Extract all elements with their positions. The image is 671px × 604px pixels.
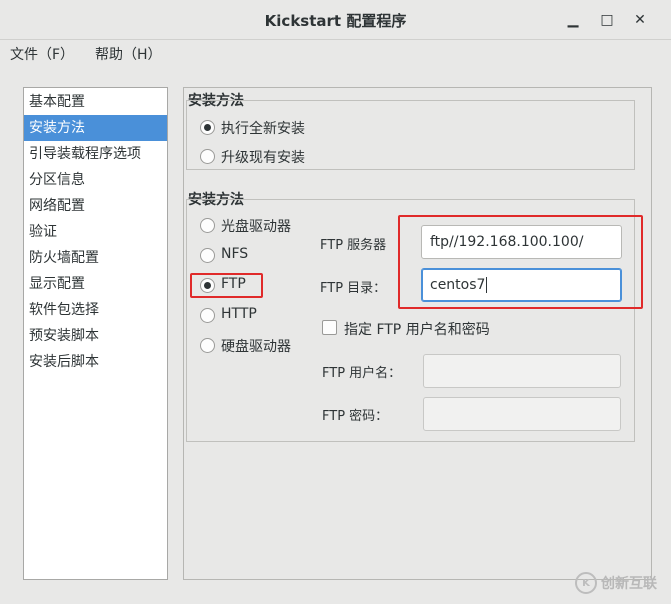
- menu-file[interactable]: 文件（F）: [10, 44, 74, 64]
- specify-credentials-label: 指定 FTP 用户名和密码: [344, 322, 490, 338]
- minimize-icon: ▁: [567, 12, 579, 28]
- sidebar-item-basic-config[interactable]: 基本配置: [24, 89, 167, 115]
- ftp-user-input[interactable]: [423, 354, 621, 388]
- radio-cdrom-label: 光盘驱动器: [221, 219, 291, 235]
- sidebar-item-display[interactable]: 显示配置: [24, 271, 167, 297]
- sidebar-item-bootloader[interactable]: 引导装载程序选项: [24, 141, 167, 167]
- radio-nfs[interactable]: [200, 248, 215, 263]
- maximize-button[interactable]: □: [595, 8, 619, 32]
- title-bar: Kickstart 配置程序 ▁ □ ✕: [0, 0, 671, 40]
- ftp-user-label: FTP 用户名：: [322, 366, 402, 381]
- ftp-password-label: FTP 密码：: [322, 409, 389, 424]
- radio-cdrom[interactable]: [200, 218, 215, 233]
- sidebar-item-post-script[interactable]: 安装后脚本: [24, 349, 167, 375]
- menu-help[interactable]: 帮助（H）: [95, 44, 162, 64]
- radio-upgrade-label: 升级现有安装: [221, 150, 305, 166]
- ftp-dir-label: FTP 目录：: [320, 281, 387, 296]
- sidebar-item-install-method[interactable]: 安装方法: [24, 115, 167, 141]
- close-icon: ✕: [634, 12, 646, 28]
- sidebar-item-firewall[interactable]: 防火墙配置: [24, 245, 167, 271]
- radio-new-install[interactable]: [200, 120, 215, 135]
- radio-http-label: HTTP: [221, 306, 257, 322]
- ftp-server-label: FTP 服务器: [320, 238, 387, 253]
- watermark-logo-icon: K: [575, 572, 597, 594]
- install-method-panel: 安装方法 执行全新安装 升级现有安装 安装方法 光盘驱动器 NFS FTP HT…: [183, 87, 652, 580]
- sidebar-item-pre-script[interactable]: 预安装脚本: [24, 323, 167, 349]
- radio-harddrive[interactable]: [200, 338, 215, 353]
- ftp-password-input[interactable]: [423, 397, 621, 431]
- radio-harddrive-label: 硬盘驱动器: [221, 339, 291, 355]
- radio-nfs-label: NFS: [221, 246, 249, 262]
- menu-bar: 文件（F） 帮助（H）: [0, 40, 671, 68]
- ftp-radio-highlight: [190, 273, 263, 298]
- watermark: K 创新互联: [575, 562, 671, 604]
- radio-new-install-label: 执行全新安装: [221, 121, 305, 137]
- sidebar-item-packages[interactable]: 软件包选择: [24, 297, 167, 323]
- minimize-button[interactable]: ▁: [561, 8, 585, 32]
- specify-credentials-checkbox[interactable]: [322, 320, 337, 335]
- sidebar-list: 基本配置 安装方法 引导装载程序选项 分区信息 网络配置 验证 防火墙配置 显示…: [23, 87, 168, 580]
- radio-http[interactable]: [200, 308, 215, 323]
- maximize-icon: □: [600, 12, 614, 28]
- sidebar-item-authentication[interactable]: 验证: [24, 219, 167, 245]
- radio-upgrade[interactable]: [200, 149, 215, 164]
- watermark-text: 创新互联: [601, 576, 657, 592]
- close-button[interactable]: ✕: [628, 8, 652, 32]
- ftp-fields-highlight: [398, 215, 643, 309]
- sidebar-item-partitions[interactable]: 分区信息: [24, 167, 167, 193]
- sidebar-item-network[interactable]: 网络配置: [24, 193, 167, 219]
